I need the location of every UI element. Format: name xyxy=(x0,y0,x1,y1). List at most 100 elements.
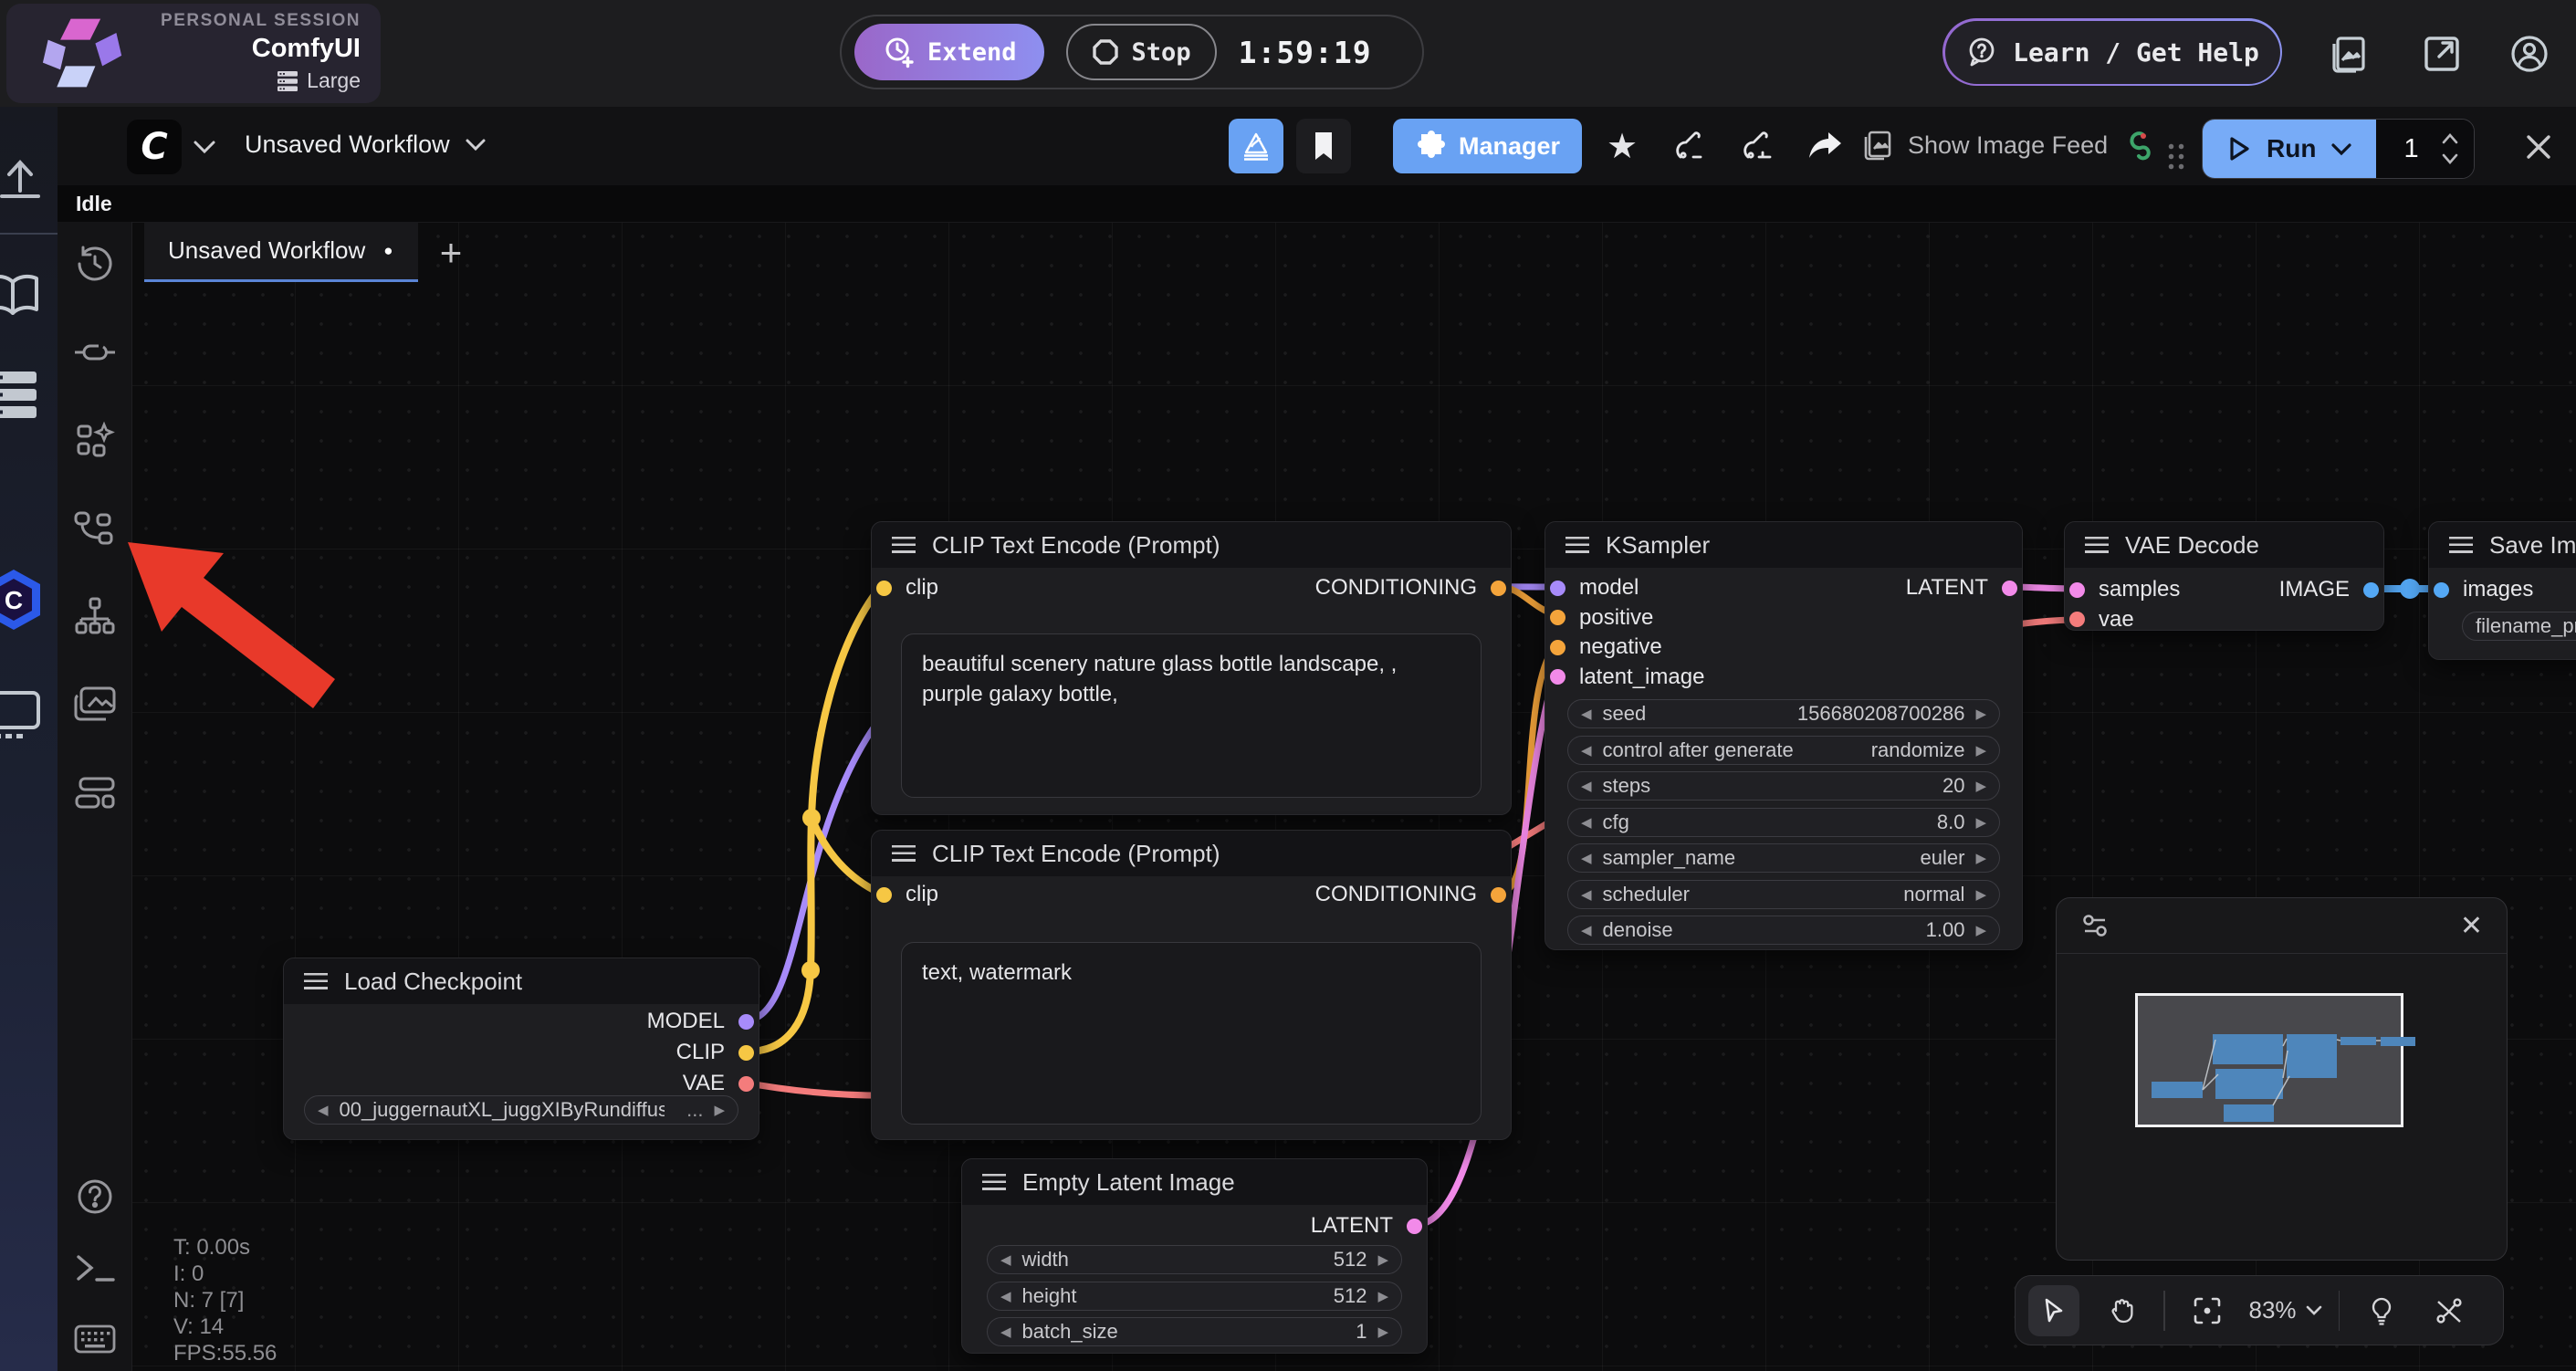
widget-row[interactable]: ◀ control after generate randomize ▶ xyxy=(1567,736,2000,765)
widget-row[interactable]: ◀ cfg 8.0 ▶ xyxy=(1567,808,2000,837)
node-save-image[interactable]: Save Image images filename_prefix xyxy=(2428,521,2576,660)
output-port-image[interactable]: IMAGE xyxy=(2279,576,2379,603)
tab-unsaved-workflow[interactable]: Unsaved Workflow ● xyxy=(144,222,418,282)
widget-next-icon[interactable]: ▶ xyxy=(1975,706,1986,722)
output-port-latent[interactable]: LATENT xyxy=(1311,1212,1422,1240)
node-ksampler[interactable]: KSampler model positive negative xyxy=(1545,521,2023,950)
sidebar-shortcuts-keyboard-icon[interactable] xyxy=(58,1310,131,1368)
bookmark-button[interactable] xyxy=(1296,119,1351,173)
generate-art-button[interactable] xyxy=(1229,119,1283,173)
filename-prefix-widget[interactable]: filename_prefix xyxy=(2462,612,2576,641)
cancel-run-icon[interactable] xyxy=(2522,131,2555,163)
node-header[interactable]: VAE Decode xyxy=(2065,522,2383,568)
widget-prev-icon[interactable]: ◀ xyxy=(1581,778,1592,794)
widget-row[interactable]: ◀ steps 20 ▶ xyxy=(1567,771,2000,801)
node-menu-icon[interactable] xyxy=(304,973,328,989)
input-port[interactable]: negative xyxy=(1550,633,1704,661)
widget-prev-icon[interactable]: ◀ xyxy=(1581,850,1592,866)
stepper-arrows-icon[interactable] xyxy=(2441,130,2459,168)
node-header[interactable]: CLIP Text Encode (Prompt) xyxy=(872,522,1511,568)
zoom-level-dropdown[interactable]: 83% xyxy=(2249,1296,2322,1324)
fit-view-button[interactable] xyxy=(2182,1285,2233,1336)
widget-row[interactable]: ◀ scheduler normal ▶ xyxy=(1567,880,2000,909)
new-workflow-tab-button[interactable]: + xyxy=(422,229,480,277)
stop-session-button[interactable]: Stop xyxy=(1066,24,1217,80)
node-menu-icon[interactable] xyxy=(2449,537,2473,553)
share-icon[interactable] xyxy=(1797,119,1852,173)
widget-row[interactable]: ◀ seed 156680208700286 ▶ xyxy=(1567,699,2000,728)
node-header[interactable]: Save Image xyxy=(2429,522,2576,568)
port-dot[interactable] xyxy=(1550,581,1565,596)
port-dot[interactable] xyxy=(2069,612,2085,627)
ckpt-name-widget[interactable]: ◀ 00_juggernautXL_juggXIByRundiffusion.s… xyxy=(304,1095,738,1125)
widget-prev-icon[interactable]: ◀ xyxy=(1000,1251,1011,1268)
node-menu-icon[interactable] xyxy=(982,1174,1006,1190)
toggle-lightbulb-button[interactable] xyxy=(2356,1285,2407,1336)
widget-prev-icon[interactable]: ◀ xyxy=(1581,742,1592,759)
input-port[interactable]: latent_image xyxy=(1550,664,1704,691)
sidebar-node-link-icon[interactable] xyxy=(58,323,131,382)
docs-book-icon[interactable] xyxy=(0,271,40,319)
port-dot[interactable] xyxy=(2434,582,2449,598)
widget-next-icon[interactable]: ▶ xyxy=(1975,922,1986,938)
sidebar-model-library-icon[interactable] xyxy=(58,412,131,470)
sidebar-terminal-icon[interactable] xyxy=(58,1240,131,1298)
show-image-feed-toggle[interactable]: Show Image Feed xyxy=(1860,127,2152,163)
open-external-icon[interactable] xyxy=(2419,31,2465,77)
widget-prev-icon[interactable]: ◀ xyxy=(1581,706,1592,722)
output-port-conditioning[interactable]: CONDITIONING xyxy=(1315,881,1506,908)
widget-next-icon[interactable]: ▶ xyxy=(714,1102,725,1118)
output-port-latent[interactable]: LATENT xyxy=(1906,574,2017,602)
port-dot[interactable] xyxy=(876,887,892,903)
port-dot[interactable] xyxy=(738,1076,754,1092)
output-port-conditioning[interactable]: CONDITIONING xyxy=(1315,574,1506,602)
run-button[interactable]: Run xyxy=(2203,120,2376,178)
port-dot[interactable] xyxy=(2002,581,2017,596)
widget-prev-icon[interactable]: ◀ xyxy=(1000,1324,1011,1340)
port-dot[interactable] xyxy=(2363,582,2379,598)
manager-button[interactable]: Manager xyxy=(1393,119,1582,173)
clean-workflow-icon[interactable] xyxy=(1662,119,1717,173)
extend-session-button[interactable]: Extend xyxy=(854,24,1044,80)
select-tool-button[interactable] xyxy=(2028,1285,2079,1336)
session-card[interactable]: PERSONAL SESSION ComfyUI Large xyxy=(6,4,381,103)
sidebar-node-templates-icon[interactable] xyxy=(58,588,131,646)
widget-prev-icon[interactable]: ◀ xyxy=(318,1102,329,1118)
sidebar-layouts-icon[interactable] xyxy=(58,764,131,822)
port-dot[interactable] xyxy=(876,581,892,596)
favorites-star-icon[interactable]: ★ xyxy=(1595,119,1649,173)
toggle-links-button[interactable] xyxy=(2424,1285,2475,1336)
prompt-textarea[interactable]: beautiful scenery nature glass bottle la… xyxy=(901,633,1482,798)
port-dot[interactable] xyxy=(1550,669,1565,685)
sidebar-history-icon[interactable] xyxy=(58,235,131,293)
widget-row[interactable]: ◀ batch_size 1 ▶ xyxy=(987,1317,1402,1346)
widget-next-icon[interactable]: ▶ xyxy=(1377,1324,1388,1340)
minimap-viewport[interactable] xyxy=(2135,993,2403,1127)
machine-monitor-icon[interactable] xyxy=(0,691,40,740)
port-dot[interactable] xyxy=(738,1045,754,1061)
widget-prev-icon[interactable]: ◀ xyxy=(1581,814,1592,831)
upload-icon[interactable] xyxy=(0,154,46,198)
minimap-options-icon[interactable] xyxy=(2080,911,2110,940)
node-menu-icon[interactable] xyxy=(1565,537,1589,553)
port-dot[interactable] xyxy=(1550,610,1565,625)
widget-next-icon[interactable]: ▶ xyxy=(1975,814,1986,831)
widget-prev-icon[interactable]: ◀ xyxy=(1581,886,1592,903)
comfyui-menu-button[interactable]: C xyxy=(127,120,182,174)
node-header[interactable]: CLIP Text Encode (Prompt) xyxy=(872,831,1511,876)
learn-get-help-button[interactable]: Learn / Get Help xyxy=(1942,18,2282,86)
widget-prev-icon[interactable]: ◀ xyxy=(1581,922,1592,938)
port-dot[interactable] xyxy=(2069,582,2085,598)
sidebar-help-icon[interactable] xyxy=(58,1167,131,1226)
widget-next-icon[interactable]: ▶ xyxy=(1975,778,1986,794)
node-header[interactable]: Empty Latent Image xyxy=(962,1159,1427,1205)
widget-next-icon[interactable]: ▶ xyxy=(1975,742,1986,759)
port-dot[interactable] xyxy=(1491,887,1506,903)
chevron-down-icon[interactable] xyxy=(193,140,216,154)
input-port-clip[interactable]: clip xyxy=(876,881,938,908)
node-header[interactable]: Load Checkpoint xyxy=(284,958,759,1004)
node-load-checkpoint[interactable]: Load Checkpoint MODEL CLIP VAE xyxy=(283,958,759,1140)
input-port[interactable]: positive xyxy=(1550,604,1704,632)
account-icon[interactable] xyxy=(2507,31,2552,77)
port-dot[interactable] xyxy=(1407,1219,1422,1234)
